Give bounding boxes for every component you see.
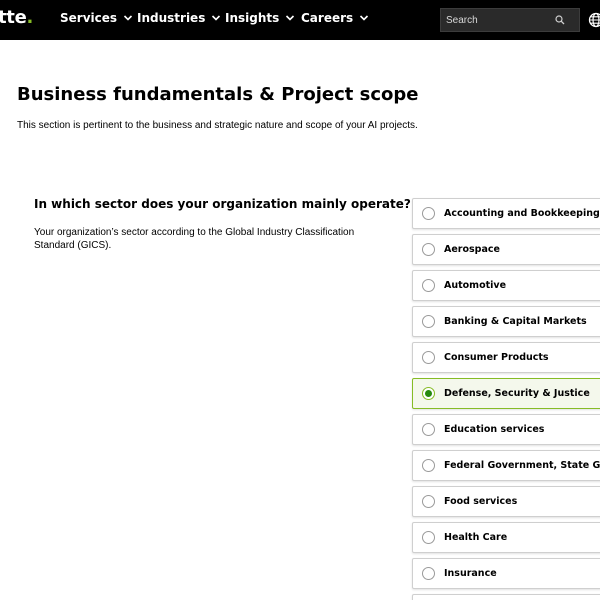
option-aerospace[interactable]: Aerospace xyxy=(412,234,600,265)
option-label: Food services xyxy=(444,496,518,507)
nav-label: Careers xyxy=(301,11,354,25)
radio-button[interactable] xyxy=(422,243,435,256)
radio-button[interactable] xyxy=(422,459,435,472)
nav-services[interactable]: Services xyxy=(60,11,133,25)
search-icon xyxy=(555,15,565,25)
option-label: Accounting and Bookkeeping xyxy=(444,208,600,219)
radio-button[interactable] xyxy=(422,279,435,292)
search-button[interactable] xyxy=(541,9,579,31)
radio-button[interactable] xyxy=(422,531,435,544)
option-food-services[interactable]: Food services xyxy=(412,486,600,517)
option-partial[interactable] xyxy=(412,594,600,600)
logo-text: tte xyxy=(0,7,27,28)
option-education-services[interactable]: Education services xyxy=(412,414,600,445)
option-banking-capital-markets[interactable]: Banking & Capital Markets xyxy=(412,306,600,337)
option-insurance[interactable]: Insurance xyxy=(412,558,600,589)
option-automotive[interactable]: Automotive xyxy=(412,270,600,301)
chevron-down-icon xyxy=(286,15,295,21)
nav-industries[interactable]: Industries xyxy=(137,11,221,25)
question-title: In which sector does your organization m… xyxy=(34,197,411,211)
logo-dot: . xyxy=(26,7,34,28)
nav-insights[interactable]: Insights xyxy=(225,11,295,25)
nav-label: Insights xyxy=(225,11,280,25)
option-label: Insurance xyxy=(444,568,497,579)
option-consumer-products[interactable]: Consumer Products xyxy=(412,342,600,373)
chevron-down-icon xyxy=(123,15,133,21)
option-health-care[interactable]: Health Care xyxy=(412,522,600,553)
chevron-down-icon xyxy=(212,15,221,21)
radio-button-selected[interactable] xyxy=(422,387,435,400)
radio-button[interactable] xyxy=(422,567,435,580)
option-label: Health Care xyxy=(444,532,508,543)
radio-button[interactable] xyxy=(422,315,435,328)
option-label: Federal Government, State Gove xyxy=(444,460,600,471)
option-label: Education services xyxy=(444,424,545,435)
top-navigation-bar: tte. Services Industries Insights Career… xyxy=(0,0,600,40)
option-label: Defense, Security & Justice xyxy=(444,388,590,399)
option-label: Automotive xyxy=(444,280,507,291)
search-input[interactable] xyxy=(441,9,541,31)
option-label: Aerospace xyxy=(444,244,500,255)
option-defense-security-justice[interactable]: Defense, Security & Justice xyxy=(412,378,600,409)
page-title: Business fundamentals & Project scope xyxy=(17,84,419,105)
logo[interactable]: tte. xyxy=(0,7,33,28)
nav-label: Services xyxy=(60,11,118,25)
section-description: This section is pertinent to the busines… xyxy=(17,120,418,131)
option-label: Consumer Products xyxy=(444,352,549,363)
option-accounting-and-bookkeeping[interactable]: Accounting and Bookkeeping xyxy=(412,198,600,229)
nav-careers[interactable]: Careers xyxy=(301,11,369,25)
option-label: Banking & Capital Markets xyxy=(444,316,587,327)
radio-button[interactable] xyxy=(422,423,435,436)
radio-button[interactable] xyxy=(422,207,435,220)
radio-button[interactable] xyxy=(422,495,435,508)
radio-button[interactable] xyxy=(422,351,435,364)
chevron-down-icon xyxy=(360,15,369,21)
globe-icon[interactable] xyxy=(588,12,600,28)
option-federal-government[interactable]: Federal Government, State Gove xyxy=(412,450,600,481)
search-box xyxy=(440,8,580,32)
nav-label: Industries xyxy=(137,11,206,25)
question-help-text: Your organization’s sector according to … xyxy=(34,227,355,251)
